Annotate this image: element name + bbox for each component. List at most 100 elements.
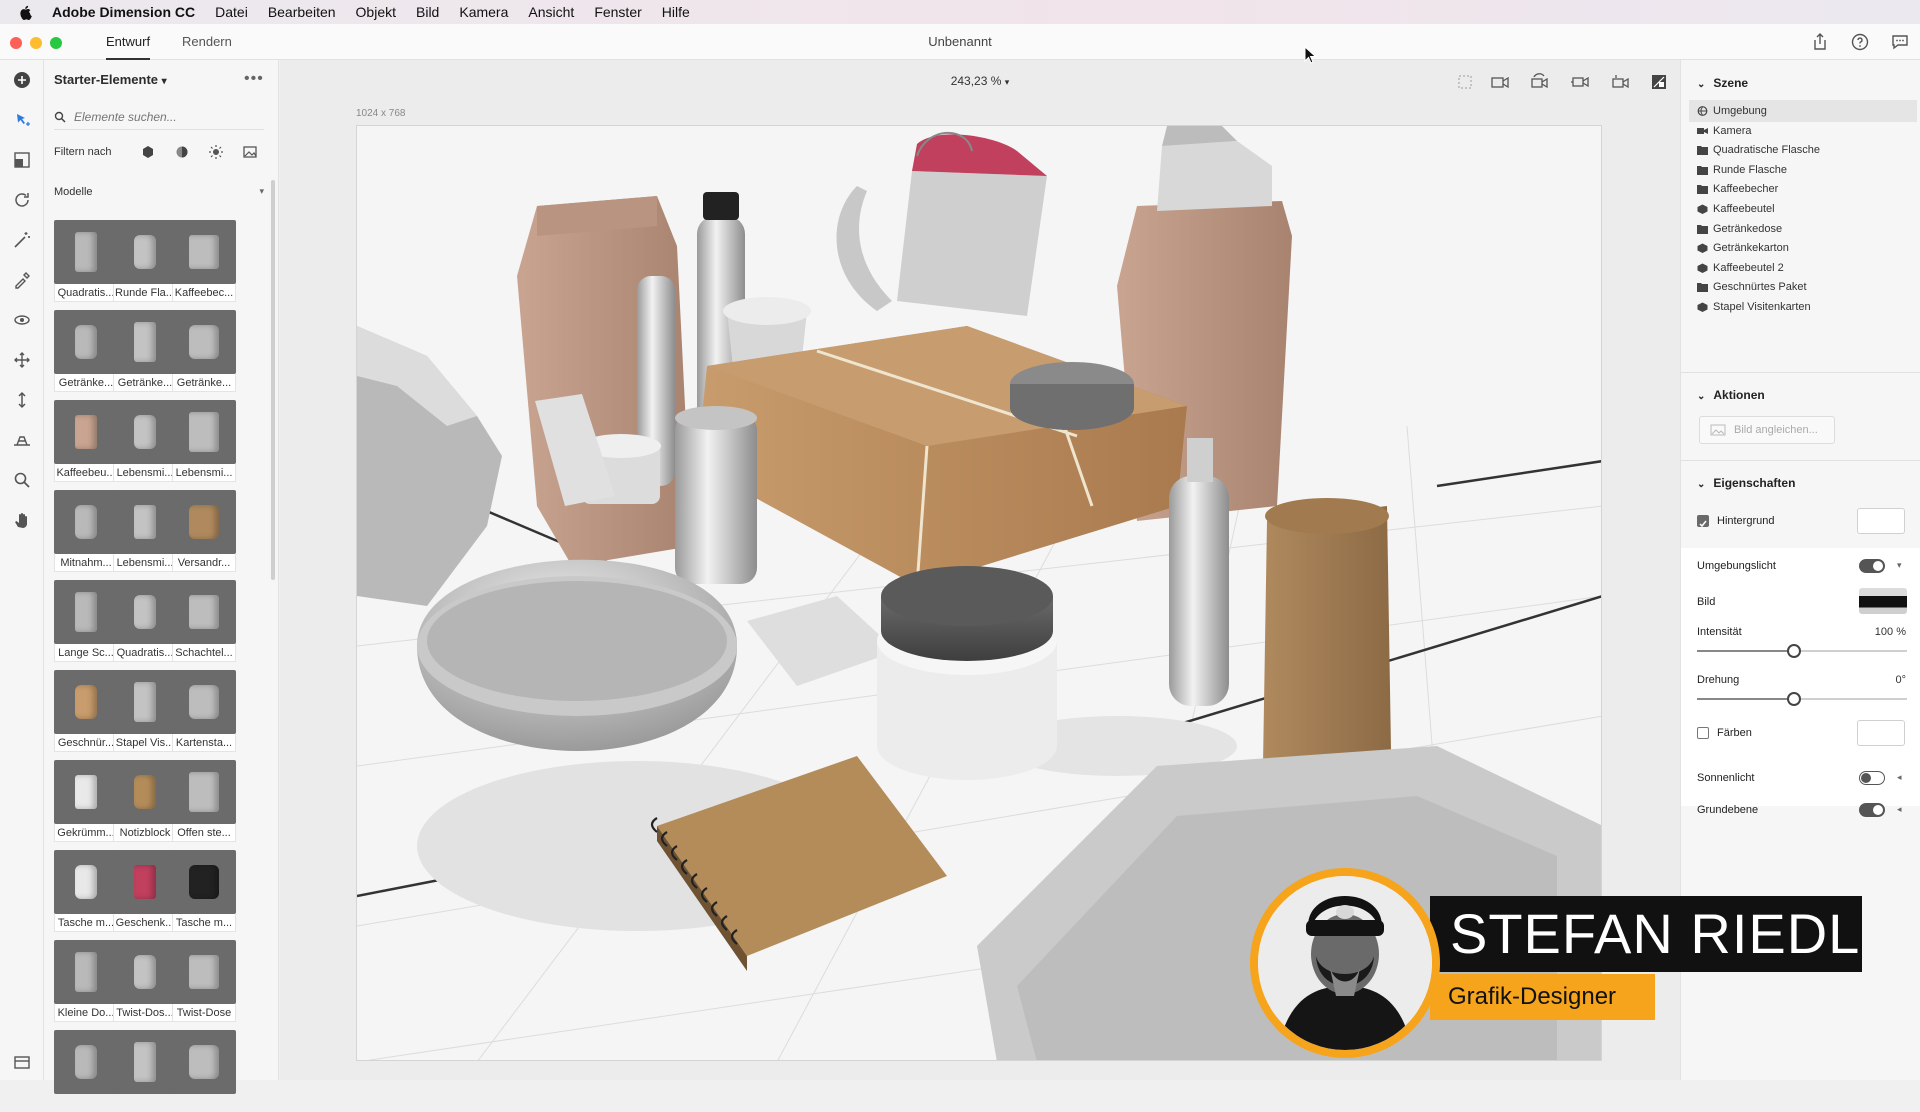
scale-icon[interactable] xyxy=(7,146,37,174)
search-input[interactable] xyxy=(74,109,254,124)
model-thumbnail[interactable]: Kaffeebec... xyxy=(172,220,236,302)
model-thumbnail[interactable]: Quadratis... xyxy=(54,220,118,302)
menu-fenster[interactable]: Fenster xyxy=(594,4,641,20)
zoom-icon[interactable] xyxy=(7,466,37,494)
model-thumbnail[interactable]: Gekrümm... xyxy=(54,760,118,842)
dolly-icon[interactable] xyxy=(7,386,37,414)
intensity-slider[interactable] xyxy=(1697,644,1907,658)
scene-item[interactable]: Stapel Visitenkarten xyxy=(1689,296,1917,318)
groundplane-toggle[interactable] xyxy=(1859,803,1885,817)
thumbnail-shape xyxy=(189,325,219,359)
tab-entwurf[interactable]: Entwurf xyxy=(106,24,151,60)
model-thumbnail[interactable]: Tasche m... xyxy=(172,850,236,932)
camera-pan-icon[interactable] xyxy=(1570,73,1590,91)
menu-datei[interactable]: Datei xyxy=(215,4,248,20)
ambient-light-toggle[interactable] xyxy=(1859,559,1885,573)
tint-color-swatch[interactable] xyxy=(1857,720,1905,746)
model-thumbnail[interactable]: Versandr... xyxy=(172,490,236,572)
pan-camera-icon[interactable] xyxy=(7,346,37,374)
chevron-left-icon[interactable]: ◂ xyxy=(1897,772,1902,783)
model-thumbnail[interactable]: Lebensmi... xyxy=(113,400,177,482)
model-thumbnail[interactable]: Twist-Dos... xyxy=(113,940,177,1022)
assets-header[interactable]: Starter-Elemente ▾ xyxy=(54,72,167,87)
rotation-slider[interactable] xyxy=(1697,692,1907,706)
scene-section-header[interactable]: ⌄ Szene xyxy=(1697,76,1748,90)
filter-models-icon[interactable] xyxy=(140,144,156,160)
more-options-icon[interactable]: ••• xyxy=(244,70,264,88)
model-thumbnail[interactable]: Getränke... xyxy=(113,310,177,392)
background-color-swatch[interactable] xyxy=(1857,508,1905,534)
model-thumbnail[interactable]: Getränke... xyxy=(172,310,236,392)
chevron-left-icon[interactable]: ◂ xyxy=(1897,804,1902,815)
model-thumbnail[interactable]: Schachtel... xyxy=(172,580,236,662)
sampler-icon[interactable] xyxy=(7,266,37,294)
apple-logo-icon[interactable] xyxy=(18,4,34,20)
model-thumbnail[interactable]: Tasche m... xyxy=(54,850,118,932)
properties-section-header[interactable]: ⌄ Eigenschaften xyxy=(1697,476,1795,490)
model-thumbnail[interactable]: Kleine Do... xyxy=(54,940,118,1022)
select-icon[interactable] xyxy=(7,106,37,134)
models-section-header[interactable]: Modelle ▾ xyxy=(54,186,264,198)
maximize-window-button[interactable] xyxy=(50,37,62,49)
scene-item-label: Runde Flasche xyxy=(1713,163,1787,176)
environment-image-thumbnail[interactable] xyxy=(1859,588,1907,614)
model-thumbnail[interactable]: Kartensta... xyxy=(172,670,236,752)
rotate-icon[interactable] xyxy=(7,186,37,214)
menu-ansicht[interactable]: Ansicht xyxy=(528,4,574,20)
model-thumbnail[interactable]: Getränke... xyxy=(54,310,118,392)
tint-checkbox[interactable] xyxy=(1697,727,1709,739)
horizon-icon[interactable] xyxy=(7,426,37,454)
model-thumbnail[interactable] xyxy=(113,1030,177,1112)
model-thumbnail[interactable]: Kaffeebeu... xyxy=(54,400,118,482)
chevron-down-icon[interactable]: ▾ xyxy=(1897,560,1902,571)
model-thumbnail[interactable] xyxy=(172,1030,236,1112)
model-thumbnail[interactable]: Quadratis... xyxy=(113,580,177,662)
close-window-button[interactable] xyxy=(10,37,22,49)
model-thumbnail[interactable]: Notizblock xyxy=(113,760,177,842)
hand-icon[interactable] xyxy=(7,506,37,534)
actions-section-header[interactable]: ⌄ Aktionen xyxy=(1697,388,1765,402)
camera-orbit-icon[interactable] xyxy=(1530,73,1550,91)
frame-icon[interactable] xyxy=(1456,73,1474,91)
menu-bild[interactable]: Bild xyxy=(416,4,439,20)
app-menu[interactable]: Adobe Dimension CC xyxy=(52,4,195,20)
render-preview-icon[interactable] xyxy=(1650,73,1668,91)
model-thumbnail[interactable]: Runde Fla... xyxy=(113,220,177,302)
model-thumbnail[interactable]: Lebensmi... xyxy=(172,400,236,482)
filter-images-icon[interactable] xyxy=(242,144,258,160)
panel-toggle-icon[interactable] xyxy=(7,1048,37,1076)
model-thumbnail[interactable]: Geschnür... xyxy=(54,670,118,752)
sunlight-toggle[interactable] xyxy=(1859,771,1885,785)
model-thumbnail[interactable]: Stapel Vis... xyxy=(113,670,177,752)
match-image-button[interactable]: Bild angleichen... xyxy=(1699,416,1835,444)
feedback-icon[interactable] xyxy=(1890,32,1910,52)
camera-bookmark-icon[interactable] xyxy=(1610,73,1630,91)
model-label: Offen ste... xyxy=(172,824,236,842)
filter-materials-icon[interactable] xyxy=(174,144,190,160)
model-thumbnail[interactable]: Geschenk... xyxy=(113,850,177,932)
filter-lights-icon[interactable] xyxy=(208,144,224,160)
help-icon[interactable] xyxy=(1850,32,1870,52)
background-checkbox[interactable] xyxy=(1697,515,1709,528)
model-thumbnail[interactable] xyxy=(54,1030,118,1112)
model-thumbnail[interactable]: Offen ste... xyxy=(172,760,236,842)
model-thumbnail[interactable]: Lebensmi... xyxy=(113,490,177,572)
model-thumbnail[interactable]: Lange Sc... xyxy=(54,580,118,662)
slider-knob[interactable] xyxy=(1786,692,1801,706)
orbit-icon[interactable] xyxy=(7,306,37,334)
share-icon[interactable] xyxy=(1810,32,1830,52)
tab-rendern[interactable]: Rendern xyxy=(182,24,232,60)
camera-dolly-icon[interactable] xyxy=(1490,73,1510,91)
menu-hilfe[interactable]: Hilfe xyxy=(662,4,690,20)
menu-objekt[interactable]: Objekt xyxy=(356,4,396,20)
menu-kamera[interactable]: Kamera xyxy=(459,4,508,20)
model-thumbnail[interactable]: Mitnahm... xyxy=(54,490,118,572)
menu-bearbeiten[interactable]: Bearbeiten xyxy=(268,4,336,20)
model-thumbnail[interactable]: Twist-Dose xyxy=(172,940,236,1022)
image-label: Bild xyxy=(1697,596,1716,608)
minimize-window-button[interactable] xyxy=(30,37,42,49)
slider-knob[interactable] xyxy=(1786,644,1801,658)
magic-wand-icon[interactable] xyxy=(7,226,37,254)
add-icon[interactable] xyxy=(7,66,37,94)
assets-scrollbar[interactable] xyxy=(271,180,275,580)
